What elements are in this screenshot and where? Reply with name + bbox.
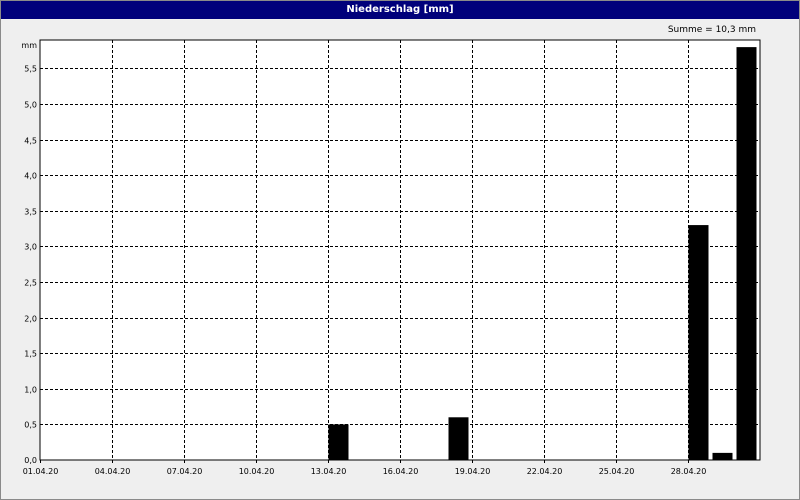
y-tick-label: 1,0	[24, 386, 37, 395]
x-tick-label: 07.04.20	[167, 467, 203, 476]
y-axis-label: mm	[21, 41, 37, 50]
x-tick-label: 13.04.20	[311, 467, 347, 476]
precipitation-bar	[328, 424, 349, 460]
y-tick-label: 3,0	[24, 243, 37, 252]
precipitation-bar	[736, 47, 757, 460]
y-tick-label: 4,0	[24, 172, 37, 181]
y-tick-label: 0,0	[24, 456, 37, 465]
x-tick-label: 10.04.20	[239, 467, 275, 476]
x-tick-label: 25.04.20	[599, 467, 635, 476]
precipitation-chart: 0,5 1,0 1,5 2,0 2,5 3,0 3,5 4,0 4,5 5,0 5,5 mm 0,0 01…	[21, 39, 761, 476]
y-tick-label: 3,5	[24, 208, 37, 217]
y-tick-label: 2,5	[24, 279, 37, 288]
x-tick-label: 04.04.20	[95, 467, 131, 476]
y-tick-label: 5,0	[24, 101, 37, 110]
y-tick-label: 0,5	[24, 421, 37, 430]
y-tick-label: 5,5	[24, 65, 37, 74]
y-tick-label: 4,5	[24, 137, 37, 146]
precipitation-bar	[448, 417, 469, 460]
precipitation-bar	[712, 452, 733, 460]
x-tick-label: 22.04.20	[527, 467, 563, 476]
x-tick-label: 01.04.20	[23, 467, 59, 476]
x-tick-label: 28.04.20	[671, 467, 707, 476]
y-tick-label: 1,5	[24, 350, 37, 359]
x-tick-label: 16.04.20	[383, 467, 419, 476]
y-tick-label: 2,0	[24, 315, 37, 324]
x-tick-label: 19.04.20	[455, 467, 491, 476]
precipitation-bar	[688, 225, 709, 460]
